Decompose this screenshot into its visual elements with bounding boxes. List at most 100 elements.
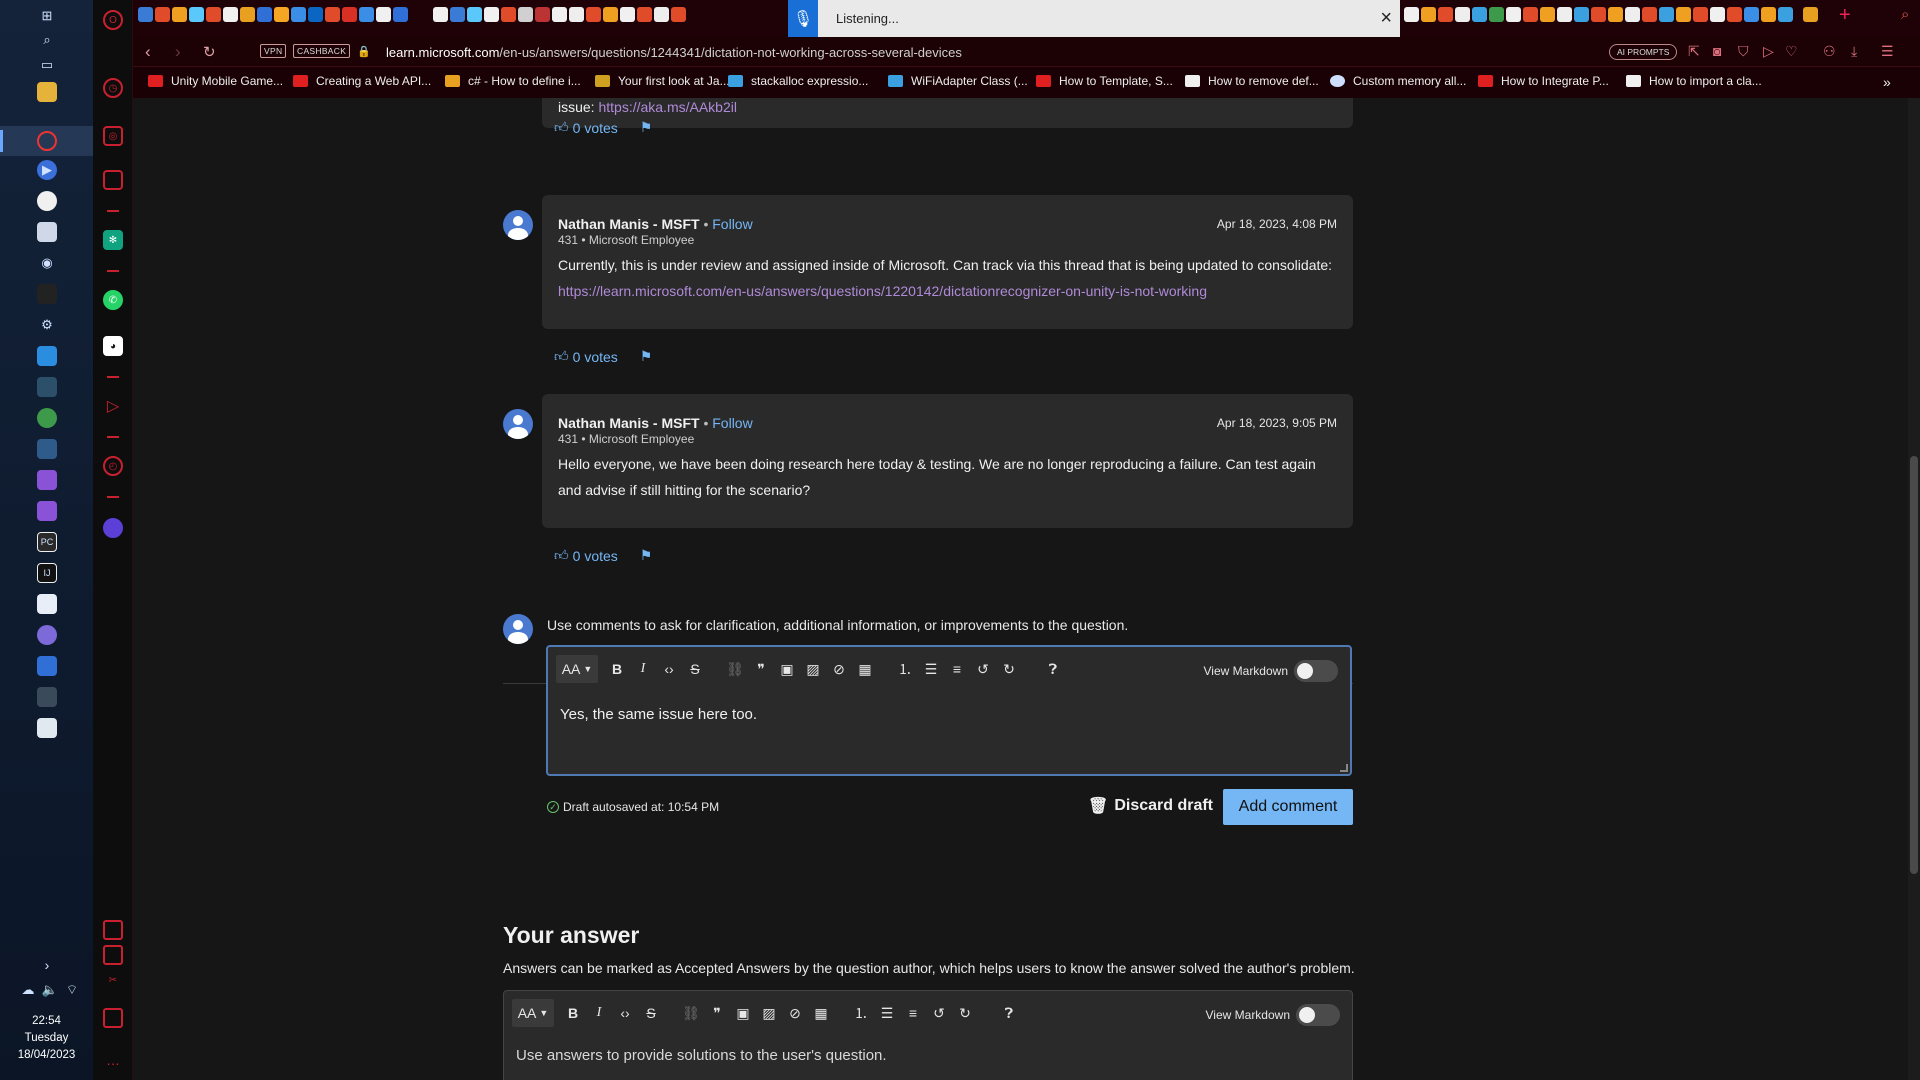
speed-dial-icon[interactable]: ◷	[103, 78, 123, 98]
avatar[interactable]	[503, 409, 533, 439]
tab-favicon[interactable]	[1659, 7, 1674, 22]
bookmark-item[interactable]: Creating a Web API...	[293, 74, 431, 88]
table-icon[interactable]: ▦	[852, 661, 878, 678]
quote-icon[interactable]: ❞	[748, 661, 774, 678]
link-icon[interactable]: ⛓	[722, 661, 748, 678]
file-explorer-icon[interactable]	[37, 82, 57, 102]
tab-favicon[interactable]	[342, 7, 357, 22]
format-dropdown[interactable]: AA ▼	[512, 999, 554, 1027]
author-name[interactable]: Nathan Manis - MSFT	[558, 415, 700, 431]
current-user-avatar[interactable]	[503, 614, 533, 644]
vote-count[interactable]: 0 votes	[573, 548, 618, 564]
app-icon-4[interactable]	[37, 594, 57, 614]
bookmark-item[interactable]: Your first look at Ja...	[595, 74, 730, 88]
app-icon-3[interactable]	[37, 439, 57, 459]
heart-icon[interactable]: ♡	[1785, 43, 1798, 60]
format-dropdown[interactable]: AA ▼	[556, 655, 598, 683]
history-icon[interactable]: ◴	[103, 456, 123, 476]
easy-setup-icon[interactable]: ☰	[1881, 43, 1894, 60]
forward-icon[interactable]: ›	[175, 42, 181, 62]
flag-icon[interactable]: ⚑	[640, 119, 653, 136]
snapshot-icon[interactable]: ◙	[1713, 43, 1721, 59]
opera-logo-icon[interactable]: O	[103, 10, 123, 30]
tab-favicon[interactable]	[552, 7, 567, 22]
media-player-icon[interactable]: ▶	[37, 160, 57, 180]
tab-favicon[interactable]	[325, 7, 340, 22]
bookmark-item[interactable]: c# - How to define i...	[445, 74, 581, 88]
view-markdown-toggle[interactable]	[1294, 660, 1338, 682]
tab-favicon[interactable]	[484, 7, 499, 22]
follow-link[interactable]: Follow	[712, 415, 752, 431]
resize-handle[interactable]	[1340, 764, 1348, 772]
view-markdown-toggle[interactable]	[1296, 1004, 1340, 1026]
flag-icon[interactable]: ⚑	[640, 348, 653, 365]
comment-input-text[interactable]: Yes, the same issue here too.	[560, 706, 757, 723]
comment-link[interactable]: https://aka.ms/AAkb2il	[598, 99, 737, 115]
notepad-icon[interactable]	[37, 222, 57, 242]
tab-favicon[interactable]	[518, 7, 533, 22]
new-tab-icon[interactable]: +	[1839, 4, 1851, 27]
vpn-badge[interactable]: VPN	[260, 44, 287, 58]
discord-icon[interactable]: ◕	[103, 336, 123, 356]
tab-favicon[interactable]	[569, 7, 584, 22]
tab-favicon[interactable]	[1625, 7, 1640, 22]
strikethrough-icon[interactable]: S	[638, 1005, 664, 1021]
horizontal-rule-icon[interactable]: ≡	[944, 661, 970, 677]
tab-favicon[interactable]	[223, 7, 238, 22]
tab-favicon[interactable]	[450, 7, 465, 22]
bookmark-item[interactable]: How to import a cla...	[1626, 74, 1762, 88]
tab-favicon[interactable]	[1710, 7, 1725, 22]
vote-count[interactable]: 0 votes	[573, 120, 618, 136]
app-icon-5[interactable]	[37, 625, 57, 645]
tab-favicon[interactable]	[1455, 7, 1470, 22]
tab-favicon[interactable]	[274, 7, 289, 22]
embed-icon[interactable]: ⊘	[782, 1005, 808, 1022]
tab-favicon[interactable]	[359, 7, 374, 22]
cashback-badge[interactable]: CASHBACK	[293, 44, 351, 58]
author-name[interactable]: Nathan Manis - MSFT	[558, 216, 700, 232]
help-icon[interactable]: ❓︎	[996, 1005, 1022, 1022]
download-icon[interactable]: ⤓	[1851, 43, 1857, 60]
code-icon[interactable]: ‹›	[612, 1005, 638, 1021]
tab-favicon[interactable]	[1489, 7, 1504, 22]
tab-favicon[interactable]	[206, 7, 221, 22]
flag-icon[interactable]: ⚑	[640, 547, 653, 564]
tab-favicon[interactable]	[467, 7, 482, 22]
undo-icon[interactable]: ↺	[970, 661, 996, 678]
redo-icon[interactable]: ↻	[996, 661, 1022, 678]
bookmark-item[interactable]: Unity Mobile Game...	[148, 74, 283, 88]
cloud-icon[interactable]: ☁	[18, 980, 38, 1000]
tab-favicon[interactable]	[257, 7, 272, 22]
app-icon-7[interactable]	[37, 687, 57, 707]
tab-favicon[interactable]	[620, 7, 635, 22]
more-icon[interactable]: …	[103, 1050, 123, 1070]
quote-icon[interactable]: ❞	[704, 1005, 730, 1022]
tab-favicon[interactable]	[1642, 7, 1657, 22]
thumbs-up-icon[interactable]: 👍︎	[554, 547, 569, 564]
comment-link[interactable]: https://learn.microsoft.com/en-us/answer…	[558, 283, 1207, 299]
tab-favicon[interactable]	[603, 7, 618, 22]
bookmark-item[interactable]: How to Integrate P...	[1478, 74, 1609, 88]
pin-icon[interactable]: ✂	[103, 970, 123, 990]
ai-prompts-button[interactable]: AI PROMPTS	[1609, 44, 1678, 60]
bookmark-item[interactable]: How to Template, S...	[1036, 74, 1173, 88]
tab-favicon[interactable]	[376, 7, 391, 22]
follow-link[interactable]: Follow	[712, 216, 752, 232]
opera-app-icon[interactable]	[37, 131, 57, 151]
horizontal-rule-icon[interactable]: ≡	[900, 1005, 926, 1021]
tab-favicon[interactable]	[1803, 7, 1818, 22]
app-icon-sidebar[interactable]	[103, 518, 123, 538]
tab-favicon[interactable]	[393, 7, 408, 22]
task-view-icon[interactable]: ▭	[37, 55, 57, 75]
tab-favicon[interactable]	[172, 7, 187, 22]
tab-favicon[interactable]	[1421, 7, 1436, 22]
extensions-icon[interactable]	[103, 170, 123, 190]
game-controller-icon[interactable]: ◉	[37, 253, 57, 273]
tab-favicon[interactable]	[1693, 7, 1708, 22]
app-icon-1[interactable]	[37, 377, 57, 397]
reload-icon[interactable]: ↻	[203, 43, 216, 61]
stack-icon[interactable]	[103, 920, 123, 940]
whatsapp-icon[interactable]: ✆	[103, 290, 123, 310]
tab-favicon[interactable]	[1608, 7, 1623, 22]
strikethrough-icon[interactable]: S	[682, 661, 708, 677]
